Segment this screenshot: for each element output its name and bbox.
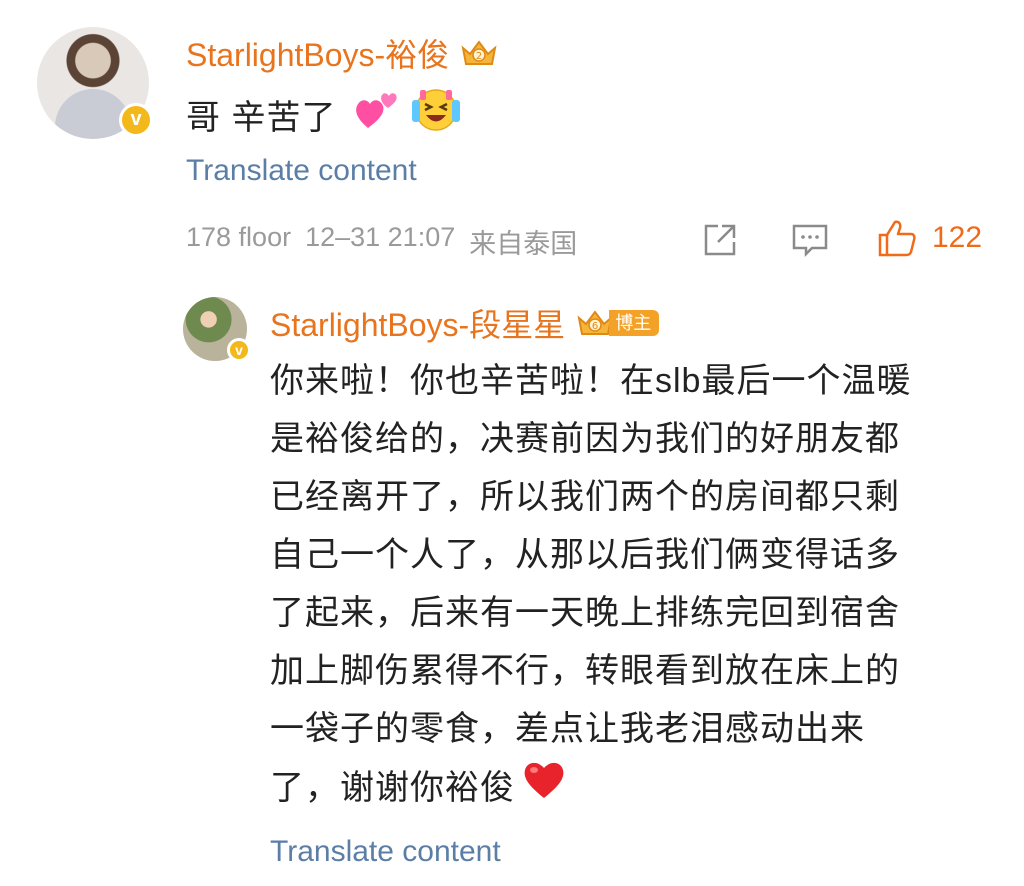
user-avatar[interactable]: v: [37, 27, 153, 139]
level-number: 6: [592, 321, 598, 332]
reply-line: 你来啦！你也辛苦啦！在slb最后一个温暖: [270, 362, 912, 400]
reply-header: StarlightBoys-段星星 6 博主: [270, 300, 660, 346]
reply-body: 你来啦！你也辛苦啦！在slb最后一个温暖 是裕俊给的，决赛前因为我们的好朋友都 …: [270, 352, 911, 818]
verified-badge-icon: v: [227, 338, 251, 362]
verified-badge-icon: v: [119, 103, 153, 137]
floor-number: 178 floor: [186, 222, 292, 252]
reply-line: 加上脚伤累得不行，转眼看到放在床上的: [270, 652, 900, 690]
share-icon[interactable]: [700, 220, 740, 260]
reply-last-line: 了，谢谢你裕俊: [270, 758, 911, 818]
comment-body: 哥 辛苦了: [186, 86, 462, 143]
crown-level-icon: 2: [459, 38, 497, 68]
laughing-crying-face-icon: [410, 86, 462, 143]
reply-line: 一袋子的零食，差点让我老泪感动出来: [270, 710, 865, 748]
reply-line: 了，谢谢你裕俊: [270, 769, 515, 807]
reply-translate-link[interactable]: Translate content: [270, 835, 501, 869]
comment-location: 来自泰国: [469, 229, 578, 259]
like-button[interactable]: 122: [876, 218, 982, 258]
comment-meta: 178 floor 12–31 21:07 来自泰国: [186, 222, 577, 261]
reply-line: 自己一个人了，从那以后我们俩变得话多: [270, 536, 900, 574]
level-number: 2: [476, 51, 482, 62]
reply-avatar[interactable]: v: [183, 297, 251, 362]
comment-datetime: 12–31 21:07: [305, 222, 456, 252]
reply-username[interactable]: StarlightBoys-段星星: [270, 300, 565, 346]
like-count: 122: [932, 221, 983, 254]
reply-comment-icon[interactable]: [788, 220, 832, 260]
translate-link[interactable]: Translate content: [186, 154, 417, 188]
thumbs-up-icon: [878, 220, 916, 257]
author-tag: 博主: [609, 310, 660, 336]
comment-text: 哥 辛苦了: [186, 99, 337, 137]
reply-line: 是裕俊给的，决赛前因为我们的好朋友都: [270, 420, 900, 458]
red-heart-icon: [521, 758, 567, 818]
two-hearts-icon: [354, 88, 402, 141]
reply-line: 已经离开了，所以我们两个的房间都只剩: [270, 478, 900, 516]
reply-line: 了起来，后来有一天晚上排练完回到宿舍: [270, 594, 900, 632]
comment-header: StarlightBoys-裕俊 2: [186, 30, 497, 76]
comment-username[interactable]: StarlightBoys-裕俊: [186, 30, 449, 76]
